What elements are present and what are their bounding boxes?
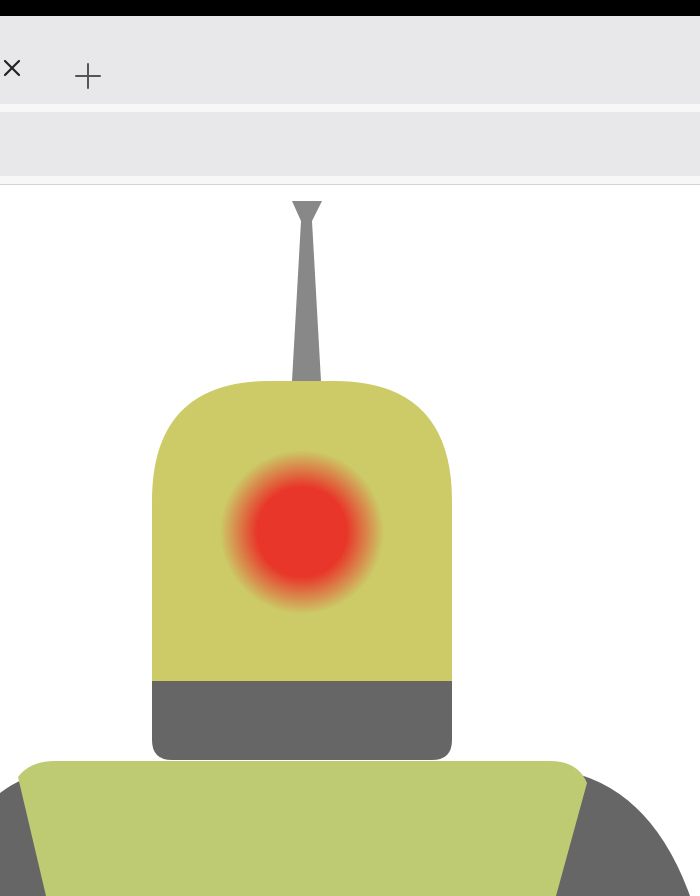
- robot-eye: [220, 450, 384, 614]
- toolbar-gap: [0, 176, 700, 184]
- tab-strip-gap: [0, 104, 700, 112]
- tab-close-button[interactable]: [0, 56, 24, 80]
- address-toolbar[interactable]: [0, 112, 700, 176]
- tab-strip: [0, 16, 700, 104]
- robot-body: [18, 761, 587, 896]
- page-content: [0, 185, 700, 896]
- robot-neck: [152, 681, 452, 760]
- status-bar: [0, 0, 700, 16]
- antenna-icon: [292, 201, 322, 381]
- plus-icon: [74, 62, 102, 90]
- new-tab-button[interactable]: [72, 60, 104, 92]
- robot-illustration: [0, 201, 690, 896]
- close-icon: [3, 59, 21, 77]
